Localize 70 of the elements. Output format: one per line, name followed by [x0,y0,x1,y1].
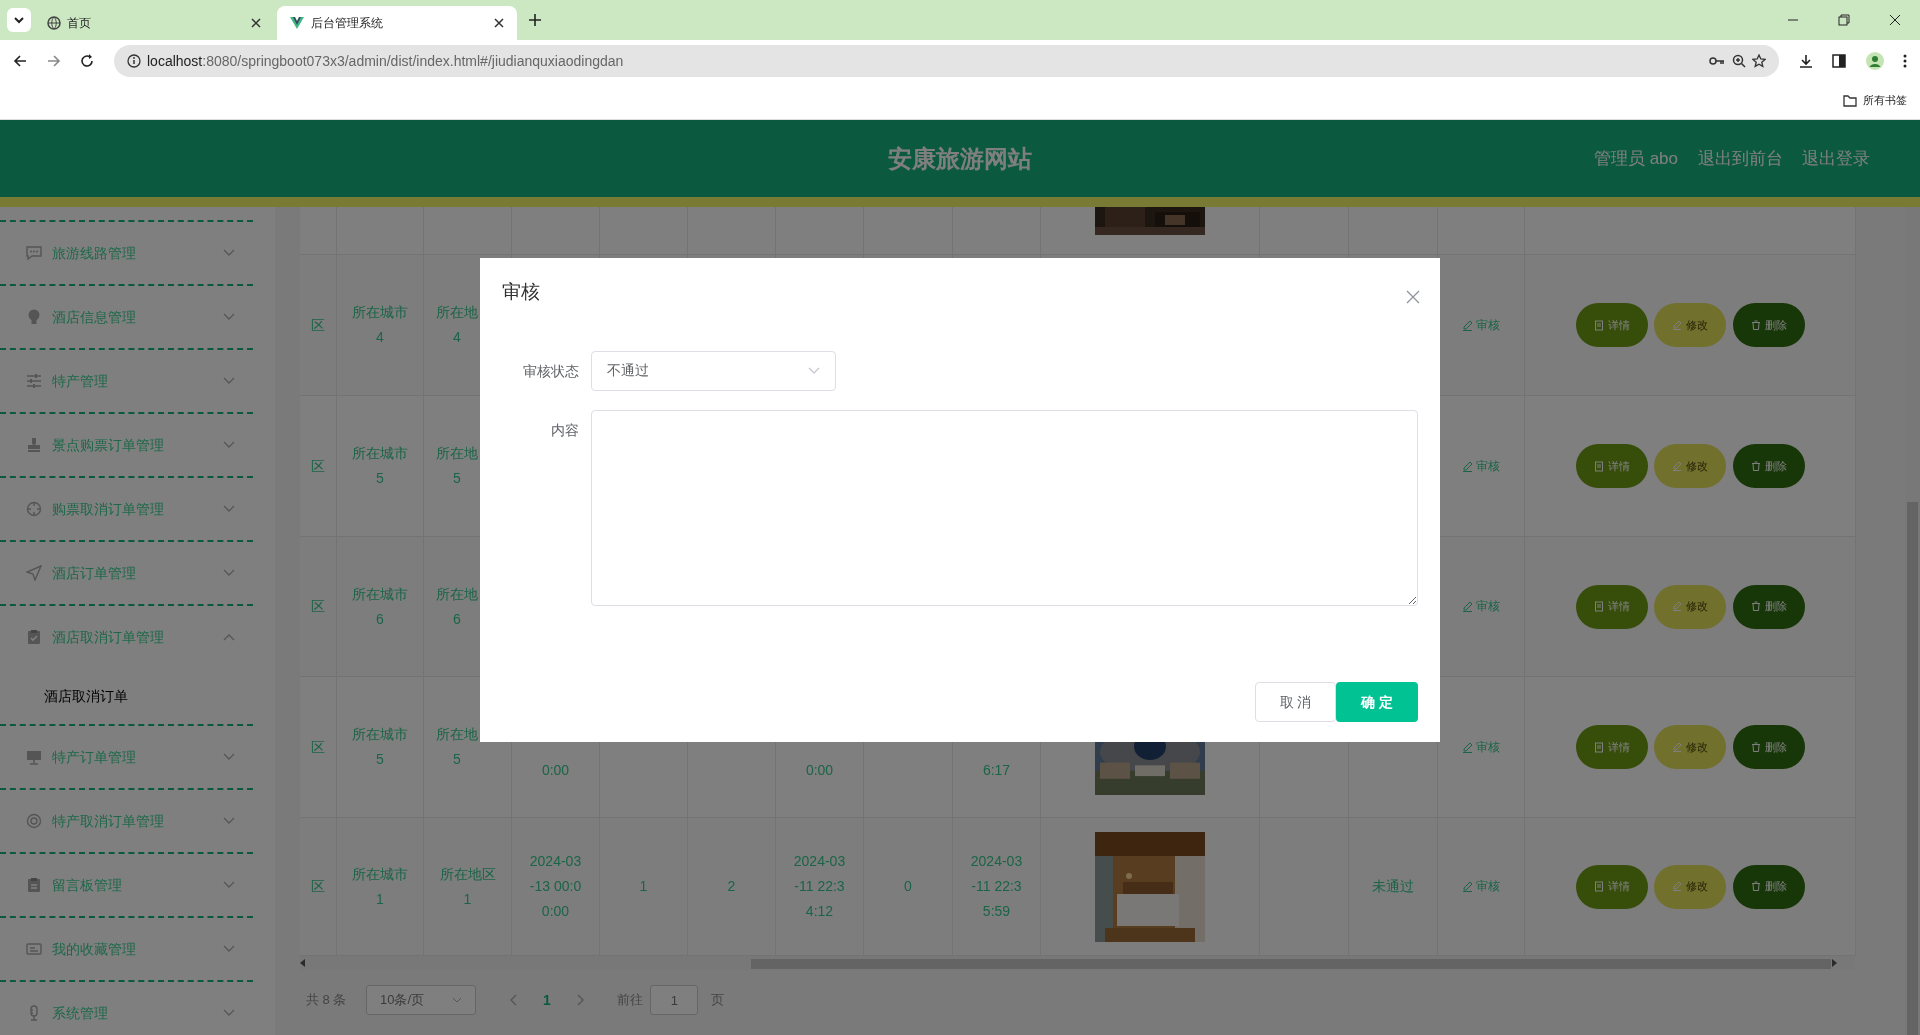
table-cell: 未通过 [1349,818,1438,956]
sidebar-submenu-item[interactable]: 酒店取消订单 [0,668,253,724]
delete-button[interactable]: 删除 [1732,303,1805,347]
address-bar[interactable]: localhost:8080/springboot073x3/admin/dist/index.html#/jiudianquxiaodingdan [113,45,1779,77]
table-cell: 所在城市 6 [337,537,424,677]
table-cell: 所在城市 5 [337,677,424,818]
edit-button[interactable]: 修改 [1654,584,1726,629]
table-cell: 区 [300,677,337,818]
table-cell: 区 [300,537,337,677]
sidebar-menu-item[interactable]: 酒店订单管理 [0,542,253,604]
review-link[interactable]: 审核 [1455,873,1507,900]
delete-button[interactable]: 删除 [1732,725,1805,769]
detail-button[interactable]: 详情 [1575,864,1648,909]
edit-button[interactable]: 修改 [1654,864,1726,909]
url-text: localhost:8080/springboot073x3/admin/dist/index.html#/jiudianquxiaodingdan [147,51,625,71]
edit-button[interactable]: 修改 [1654,725,1726,769]
sidebar-menu-item[interactable]: 酒店信息管理 [0,286,253,348]
page-input[interactable]: 1 [650,985,699,1015]
delete-button[interactable]: 删除 [1732,444,1805,488]
tab-title: 后台管理系统 [310,15,384,32]
sidebar-menu-item[interactable]: 特产取消订单管理 [0,790,253,852]
status-select[interactable]: 不通过 [591,350,836,391]
sidebar-menu-item[interactable]: 系统管理 [0,982,253,1035]
delete-button[interactable]: 删除 [1732,864,1805,909]
sidebar-menu-item[interactable]: 旅游线路管理 [0,222,253,284]
table-cell: 所在城市 1 [337,818,424,956]
page-size-select[interactable]: 10条/页 [365,985,476,1015]
detail-button[interactable]: 详情 [1575,725,1648,769]
table-cell: 区 [300,818,337,956]
field-label: 审核状态 [522,361,579,381]
sidebar-menu-item[interactable]: 酒店取消订单管理 [0,606,253,668]
detail-button[interactable]: 详情 [1575,303,1648,347]
delete-button[interactable]: 删除 [1732,584,1805,629]
table-cell: 所在城市 5 [337,396,424,537]
field-label: 内容 [549,421,579,440]
table-cell: 区 [300,255,337,396]
browser-tab[interactable]: 首页 [33,6,274,40]
review-link[interactable]: 审核 [1455,452,1507,480]
table-cell: 2 [688,818,776,956]
review-link[interactable]: 审核 [1455,733,1507,761]
review-link[interactable]: 审核 [1455,311,1507,339]
browser-tab[interactable]: 后台管理系统 [277,6,517,40]
bookmarks-folder[interactable]: 所有书签 [1842,92,1907,109]
edit-button[interactable]: 修改 [1654,444,1726,488]
header-link[interactable]: 退出登录 [1802,146,1870,172]
sidebar-menu-item[interactable]: 景点购票订单管理 [0,414,253,476]
header-link[interactable]: 管理员 abo [1593,146,1678,172]
sidebar-menu-item[interactable]: 特产管理 [0,350,253,412]
table-cell: 0 [864,818,953,956]
review-link[interactable]: 审核 [1455,593,1507,620]
table-cell: 所在城市 4 [337,255,424,396]
sidebar-menu-item[interactable]: 我的收藏管理 [0,918,253,980]
confirm-button[interactable]: 确 定 [1336,682,1418,722]
page-number[interactable]: 1 [529,988,564,1012]
edit-button[interactable]: 修改 [1654,303,1726,347]
header-link[interactable]: 退出到前台 [1697,146,1783,172]
table-cell: 2024-03 -11 22:3 5:59 [953,818,1041,956]
table-cell: 1 [600,818,688,956]
table-cell: 所在地区 1 [424,818,512,956]
sidebar-menu-item[interactable]: 特产订单管理 [0,726,253,788]
site-title: 安康旅游网站 [888,143,1032,174]
table-cell: 2024-03 -13 00:0 0:00 [512,818,600,956]
table-cell: 区 [300,396,337,537]
table-cell: 2024-03 -11 22:3 4:12 [776,818,864,956]
detail-button[interactable]: 详情 [1575,584,1648,629]
sidebar-menu-item[interactable]: 留言板管理 [0,854,253,916]
tab-title: 首页 [67,15,93,32]
cancel-button[interactable]: 取 消 [1255,682,1336,722]
sidebar-menu-item[interactable]: 购票取消订单管理 [0,478,253,540]
detail-button[interactable]: 详情 [1575,444,1648,488]
